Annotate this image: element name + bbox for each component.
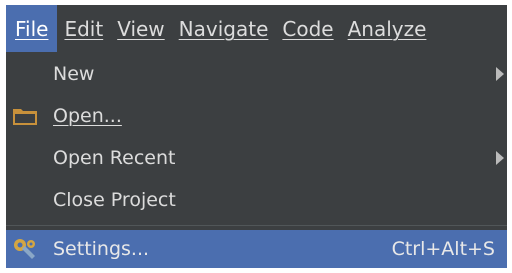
menu-file[interactable]: File xyxy=(6,5,58,52)
menu-item-close-project[interactable]: Close Project xyxy=(6,180,507,220)
menu-code[interactable]: Code xyxy=(275,5,340,52)
menu-edit[interactable]: Edit xyxy=(57,5,110,52)
menu-item-close-project-label: Close Project xyxy=(53,189,176,211)
menu-item-open-recent[interactable]: Open Recent xyxy=(6,138,507,178)
menu-item-settings-label: Settings... xyxy=(53,238,150,260)
menu-bar: File Edit View Navigate Code Analyze xyxy=(6,5,507,52)
menu-item-new-label: New xyxy=(53,63,95,85)
file-menu-dropdown: New Open... Open Recent Close Project Se… xyxy=(6,52,507,268)
folder-icon xyxy=(13,109,37,125)
menu-item-settings[interactable]: Settings... Ctrl+Alt+S xyxy=(6,230,507,268)
menu-navigate[interactable]: Navigate xyxy=(172,5,276,52)
menu-item-new[interactable]: New xyxy=(6,54,507,94)
chevron-right-icon xyxy=(496,151,504,165)
menu-item-open[interactable]: Open... xyxy=(6,96,507,136)
wrench-icon xyxy=(14,239,35,259)
menu-view[interactable]: View xyxy=(110,5,171,52)
menu-item-open-recent-label: Open Recent xyxy=(53,147,176,169)
shortcut-label: Ctrl+Alt+S xyxy=(391,238,495,260)
menu-separator xyxy=(6,225,507,226)
chevron-right-icon xyxy=(496,67,504,81)
ide-window: File Edit View Navigate Code Analyze New… xyxy=(6,5,507,268)
menu-analyze[interactable]: Analyze xyxy=(341,5,434,52)
menu-item-open-label: Open... xyxy=(53,105,122,127)
